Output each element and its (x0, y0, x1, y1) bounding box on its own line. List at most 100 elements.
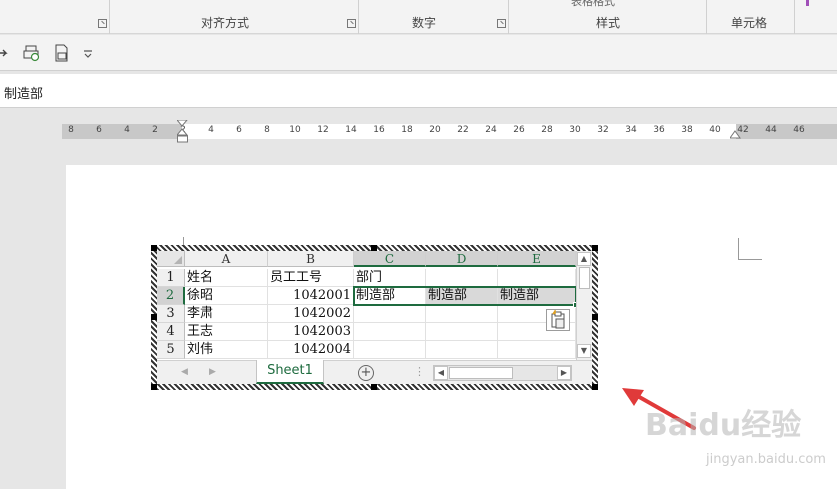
scroll-up-button[interactable]: ▲ (577, 252, 591, 266)
print-preview-icon[interactable] (23, 44, 41, 62)
cell-d4[interactable] (426, 323, 498, 341)
ribbon-group-styles: 表格格式 样式 (509, 0, 707, 34)
ribbon-group-label: 对齐方式 (201, 16, 250, 30)
row-header-2[interactable]: 2 (157, 287, 185, 305)
ruler-number: 28 (541, 125, 553, 135)
select-all-button[interactable] (157, 251, 185, 267)
dialog-launcher-icon[interactable] (497, 19, 506, 28)
cell-b4[interactable]: 1042003 (268, 323, 354, 341)
horizontal-ruler[interactable]: 8642246810121416182022242628303234363840… (62, 120, 837, 143)
sheet-tab-sheet1[interactable]: Sheet1 (256, 360, 324, 384)
cell-a1[interactable]: 姓名 (185, 269, 268, 287)
ruler-number: 2 (152, 125, 158, 135)
column-header-e[interactable]: E (498, 251, 576, 267)
row-header-4[interactable]: 4 (157, 323, 185, 341)
ruler-number: 38 (681, 125, 693, 135)
cell-c3[interactable] (354, 305, 426, 323)
cell-c4[interactable] (354, 323, 426, 341)
horizontal-scrollbar[interactable]: ◀ ▶ (433, 365, 572, 381)
ribbon-group-label: 数字 (412, 16, 437, 30)
vertical-scroll-thumb[interactable] (579, 267, 590, 289)
ruler-number: 22 (457, 125, 469, 135)
cell-b1[interactable]: 员工工号 (268, 269, 354, 287)
cell-c5[interactable] (354, 341, 426, 359)
resize-handle-sw[interactable] (151, 384, 157, 390)
customize-toolbar-icon[interactable] (82, 44, 94, 62)
scroll-left-button[interactable]: ◀ (434, 366, 448, 380)
right-indent-marker-icon[interactable] (730, 130, 741, 140)
cell-e1[interactable] (498, 269, 576, 287)
ruler-number: 12 (317, 125, 329, 135)
cell-e5[interactable] (498, 341, 576, 359)
resize-handle-n[interactable] (371, 245, 377, 251)
paste-options-button[interactable] (546, 308, 570, 331)
first-line-indent-marker-icon[interactable] (177, 120, 188, 144)
ruler-number: 46 (793, 125, 805, 135)
cell-c1[interactable]: 部门 (354, 269, 426, 287)
tab-splitter-icon[interactable]: ⋮ (414, 365, 425, 378)
cell-d1[interactable] (426, 269, 498, 287)
column-header-b[interactable]: B (268, 251, 354, 267)
margin-corner-mark (738, 238, 762, 260)
resize-handle-s[interactable] (371, 384, 377, 390)
cell-b3[interactable]: 1042002 (268, 305, 354, 323)
ruler-number: 36 (653, 125, 665, 135)
ruler-number: 30 (569, 125, 581, 135)
sheet-nav-prev-button[interactable]: ◀ (181, 367, 188, 377)
row-header-3[interactable]: 3 (157, 305, 185, 323)
cell-d5[interactable] (426, 341, 498, 359)
vertical-scrollbar[interactable]: ▲ ▼ (576, 251, 592, 360)
redo-icon[interactable] (0, 44, 12, 62)
dialog-launcher-icon[interactable] (98, 19, 107, 28)
resize-handle-nw[interactable] (151, 245, 157, 251)
row-header-1[interactable]: 1 (157, 269, 185, 287)
cell-a4[interactable]: 王志 (185, 323, 268, 341)
dialog-launcher-icon[interactable] (347, 19, 356, 28)
ruler-number: 4 (124, 125, 130, 135)
cell-b5[interactable]: 1042004 (268, 341, 354, 359)
cell-a3[interactable]: 李肃 (185, 305, 268, 323)
table-format-button[interactable]: 表格格式 (571, 0, 615, 9)
ruler-number: 34 (625, 125, 637, 135)
ruler-number: 10 (289, 125, 301, 135)
resize-handle-e[interactable] (592, 314, 598, 320)
ruler-number: 26 (513, 125, 525, 135)
ribbon-group-number: 数字 (359, 0, 509, 34)
column-header-a[interactable]: A (185, 251, 268, 267)
ruler-number: 4 (208, 125, 214, 135)
resize-handle-w[interactable] (151, 314, 157, 320)
ribbon-group-label: 单元格 (731, 16, 768, 30)
formula-bar[interactable]: 制造部 (0, 74, 837, 108)
cell-d3[interactable] (426, 305, 498, 323)
ruler-number: 32 (597, 125, 609, 135)
ruler-number: 14 (345, 125, 357, 135)
ruler-number: 40 (709, 125, 721, 135)
row-header-5[interactable]: 5 (157, 341, 185, 359)
add-sheet-button[interactable]: + (358, 365, 374, 381)
ruler-number: 18 (401, 125, 413, 135)
ribbon: 对齐方式 数字 表格格式 样式 单元格 (0, 0, 837, 34)
horizontal-scroll-thumb[interactable] (449, 367, 513, 379)
cell-a2[interactable]: 徐昭 (185, 287, 268, 305)
column-header-d[interactable]: D (426, 251, 498, 267)
embedded-worksheet-object[interactable]: A B C D E 1 2 3 4 5 姓名 员工工号 部门 徐昭 104200… (151, 245, 598, 390)
cell-b2[interactable]: 1042001 (268, 287, 354, 305)
worksheet-grid[interactable]: A B C D E 1 2 3 4 5 姓名 员工工号 部门 徐昭 104200… (157, 251, 592, 384)
resize-handle-se[interactable] (592, 384, 598, 390)
baidu-watermark-url: jingyan.baidu.com (706, 452, 826, 467)
ribbon-group-cells: 单元格 (707, 0, 795, 34)
ruler-number: 6 (236, 125, 242, 135)
paste-options-icon (551, 308, 565, 329)
print-icon[interactable] (53, 44, 71, 62)
column-header-c[interactable]: C (354, 251, 426, 267)
quick-access-toolbar (0, 35, 837, 71)
scroll-right-button[interactable]: ▶ (557, 366, 571, 380)
baidu-watermark-logo: Baidu经验 (645, 408, 802, 443)
resize-handle-ne[interactable] (592, 245, 598, 251)
ruler-number: 8 (264, 125, 270, 135)
cell-a5[interactable]: 刘伟 (185, 341, 268, 359)
sheet-tab-bar: ◀ ▶ Sheet1 + ⋮ ◀ ▶ (157, 360, 592, 384)
scroll-down-button[interactable]: ▼ (577, 344, 591, 358)
sheet-nav-next-button[interactable]: ▶ (209, 367, 216, 377)
formula-bar-value: 制造部 (4, 87, 44, 102)
